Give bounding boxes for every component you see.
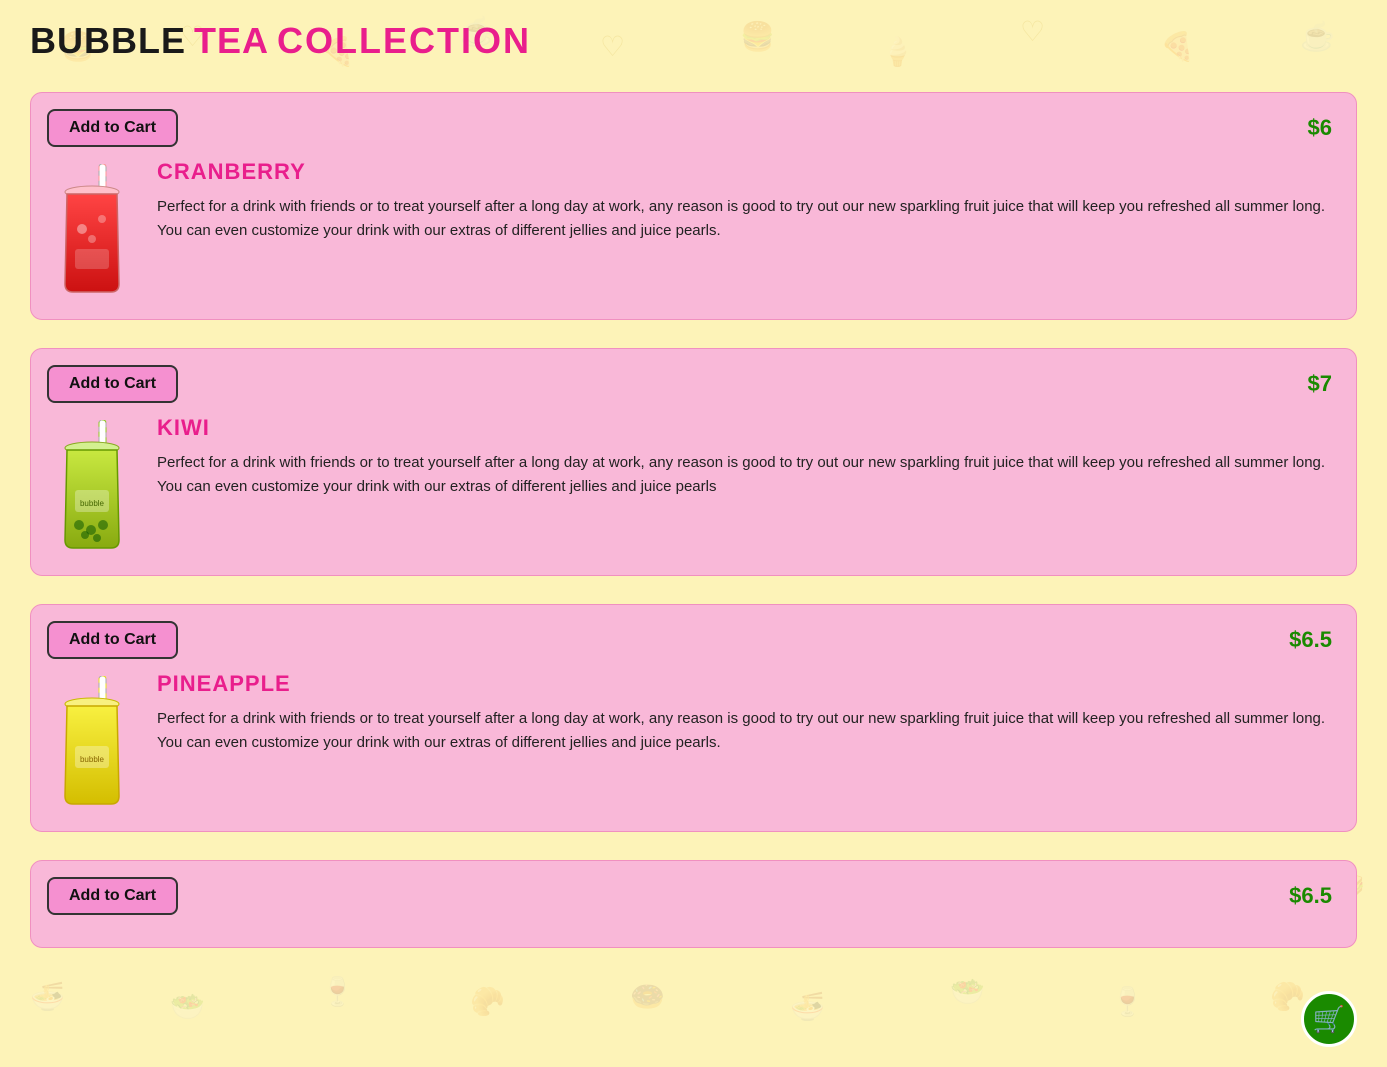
product-card-fourth: Add to Cart $6.5 <box>30 860 1357 948</box>
product-name-cranberry: CRANBERRY <box>157 159 1332 185</box>
card-top-bar-kiwi: Add to Cart $7 <box>47 365 1332 403</box>
card-body-cranberry: CRANBERRY Perfect for a drink with frien… <box>47 159 1332 299</box>
card-body-pineapple: bubble PINEAPPLE Perfect for a drink wit… <box>47 671 1332 811</box>
product-info-kiwi: KIWI Perfect for a drink with friends or… <box>157 415 1332 499</box>
header-bubble-text: BUBBLE <box>30 20 186 62</box>
product-name-pineapple: PINEAPPLE <box>157 671 1332 697</box>
price-pineapple: $6.5 <box>1289 627 1332 653</box>
price-fourth: $6.5 <box>1289 883 1332 909</box>
price-kiwi: $7 <box>1308 371 1332 397</box>
header-tea-text: TEA <box>194 20 269 62</box>
add-to-cart-button-cranberry[interactable]: Add to Cart <box>47 109 178 147</box>
product-card-pineapple: Add to Cart $6.5 bubble <box>30 604 1357 832</box>
drink-image-kiwi: bubble <box>47 415 137 555</box>
product-info-pineapple: PINEAPPLE Perfect for a drink with frien… <box>157 671 1332 755</box>
page-content: BUBBLE TEA COLLECTION Add to Cart $6 <box>0 0 1387 996</box>
product-name-kiwi: KIWI <box>157 415 1332 441</box>
product-card-cranberry: Add to Cart $6 <box>30 92 1357 320</box>
header-collection-text: COLLECTION <box>277 20 531 62</box>
add-to-cart-button-kiwi[interactable]: Add to Cart <box>47 365 178 403</box>
card-body-kiwi: bubble KIWI Perfect for a drink with fri… <box>47 415 1332 555</box>
svg-text:bubble: bubble <box>80 755 105 764</box>
product-card-kiwi: Add to Cart $7 <box>30 348 1357 576</box>
cart-float-button[interactable]: 🛒 <box>1301 991 1357 1047</box>
svg-text:bubble: bubble <box>80 499 105 508</box>
cart-icon: 🛒 <box>1313 1004 1345 1035</box>
page-header: BUBBLE TEA COLLECTION <box>30 20 1357 62</box>
product-description-kiwi: Perfect for a drink with friends or to t… <box>157 451 1332 499</box>
add-to-cart-button-fourth[interactable]: Add to Cart <box>47 877 178 915</box>
drink-image-cranberry <box>47 159 137 299</box>
card-top-bar: Add to Cart $6 <box>47 109 1332 147</box>
product-description-cranberry: Perfect for a drink with friends or to t… <box>157 195 1332 243</box>
card-top-bar-fourth: Add to Cart $6.5 <box>47 877 1332 915</box>
drink-image-pineapple: bubble <box>47 671 137 811</box>
card-top-bar-pineapple: Add to Cart $6.5 <box>47 621 1332 659</box>
add-to-cart-button-pineapple[interactable]: Add to Cart <box>47 621 178 659</box>
product-description-pineapple: Perfect for a drink with friends or to t… <box>157 707 1332 755</box>
price-cranberry: $6 <box>1308 115 1332 141</box>
product-info-cranberry: CRANBERRY Perfect for a drink with frien… <box>157 159 1332 243</box>
